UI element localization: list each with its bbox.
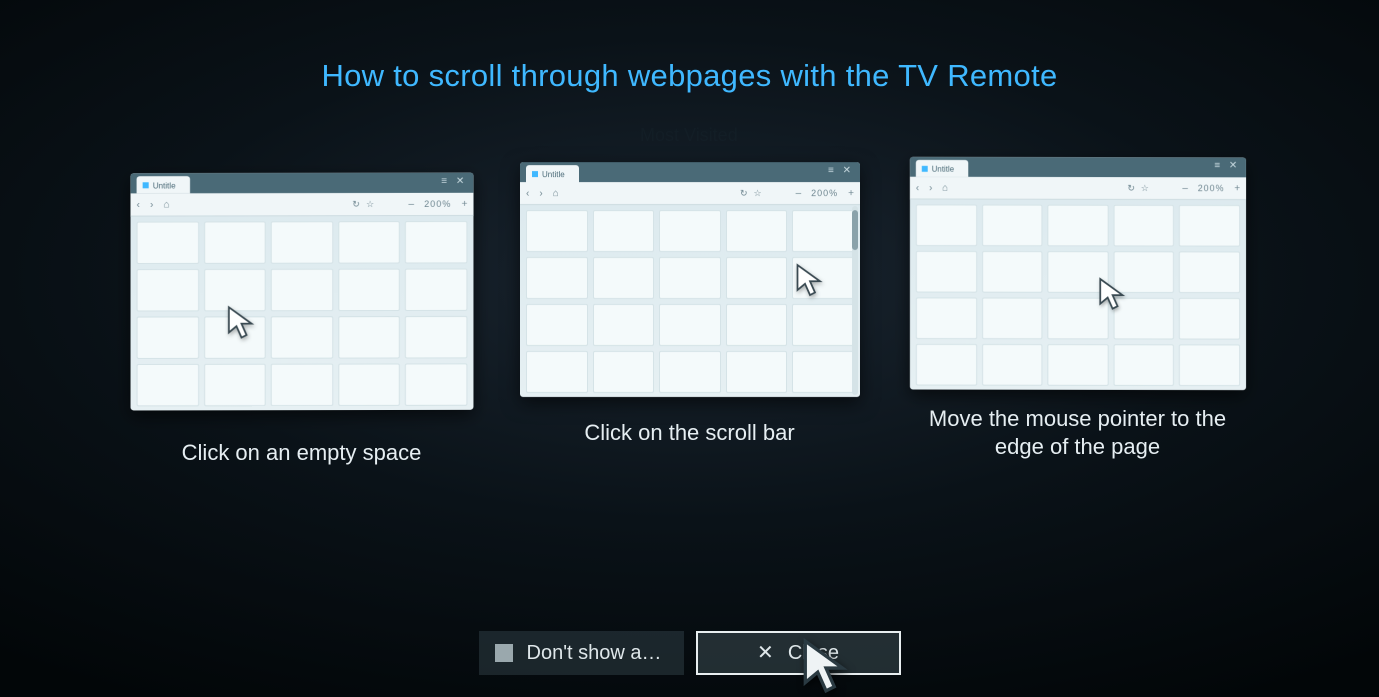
browser-tab: Untitle (526, 165, 579, 182)
zoom-plus-icon: + (1234, 183, 1240, 194)
home-icon: ⌂ (552, 188, 558, 199)
zoom-minus-icon: – (408, 198, 414, 209)
zoom-level: 200% (424, 199, 451, 209)
forward-icon: › (539, 188, 542, 199)
star-icon: ☆ (753, 188, 761, 199)
browser-mock-3: Untitle ≡ ✕ ‹ › ⌂ ↻ ☆ – 200% + (909, 157, 1245, 390)
browser-mock-1: Untitle ≡ ✕ ‹ › ⌂ ↻ ☆ – 200% + (130, 173, 473, 411)
back-icon: ‹ (915, 182, 918, 193)
checkbox-icon (495, 644, 513, 662)
window-controls-icon: ≡ ✕ (441, 176, 467, 187)
dont-show-label: Don't show a… (527, 642, 662, 665)
browser-toolbar: ‹ › ⌂ ↻ ☆ – 200% + (909, 177, 1245, 200)
tab-label: Untitle (931, 164, 953, 173)
window-controls-icon: ≡ ✕ (1214, 160, 1240, 171)
forward-icon: › (150, 199, 153, 210)
card-empty-space: Untitle ≡ ✕ ‹ › ⌂ ↻ ☆ – 200% + (132, 156, 472, 467)
zoom-level: 200% (811, 188, 838, 198)
tab-label: Untitle (542, 170, 565, 179)
page-content-grid (130, 215, 473, 410)
tab-bar: Untitle ≡ ✕ (909, 157, 1245, 177)
close-icon: ✕ (757, 643, 774, 663)
zoom-minus-icon: – (1182, 183, 1187, 194)
page-content-grid (520, 204, 860, 397)
window-controls-icon: ≡ ✕ (828, 165, 854, 176)
dont-show-again-checkbox[interactable]: Don't show a… (479, 631, 684, 675)
reload-icon: ↻ (1127, 183, 1134, 194)
browser-toolbar: ‹ › ⌂ ↻ ☆ – 200% + (130, 193, 473, 217)
card-caption: Click on an empty space (182, 439, 422, 467)
home-icon: ⌂ (942, 182, 948, 193)
card-caption: Click on the scroll bar (584, 419, 794, 447)
system-pointer-icon (800, 637, 852, 695)
tab-bar: Untitle ≡ ✕ (520, 162, 860, 182)
dialog-title: How to scroll through webpages with the … (0, 0, 1379, 94)
star-icon: ☆ (366, 199, 374, 210)
forward-icon: › (929, 182, 932, 193)
page-content-grid (909, 198, 1245, 390)
close-button[interactable]: ✕ Close (696, 631, 901, 675)
card-edge: Untitle ≡ ✕ ‹ › ⌂ ↻ ☆ – 200% + (908, 156, 1248, 467)
star-icon: ☆ (1140, 183, 1148, 194)
browser-mock-2: Untitle ≡ ✕ ‹ › ⌂ ↻ ☆ – 200% + (520, 162, 860, 397)
reload-icon: ↻ (739, 188, 747, 199)
dialog-footer: Don't show a… ✕ Close (0, 631, 1379, 675)
zoom-plus-icon: + (461, 198, 467, 209)
back-icon: ‹ (526, 188, 529, 199)
browser-tab: Untitle (136, 176, 189, 193)
reload-icon: ↻ (352, 199, 360, 210)
card-caption: Move the mouse pointer to the edge of th… (908, 405, 1248, 460)
home-icon: ⌂ (163, 199, 169, 210)
pointer-icon (1097, 276, 1127, 312)
browser-toolbar: ‹ › ⌂ ↻ ☆ – 200% + (520, 182, 860, 205)
zoom-minus-icon: – (795, 188, 801, 199)
back-icon: ‹ (136, 199, 139, 210)
zoom-level: 200% (1197, 183, 1224, 193)
pointer-icon (226, 304, 256, 340)
scrollbar (852, 206, 858, 395)
browser-tab: Untitle (915, 160, 967, 177)
scroll-thumb (852, 210, 858, 250)
card-scrollbar: Untitle ≡ ✕ ‹ › ⌂ ↻ ☆ – 200% + (520, 156, 860, 467)
tab-label: Untitle (152, 181, 175, 190)
tab-bar: Untitle ≡ ✕ (130, 173, 473, 194)
zoom-plus-icon: + (848, 188, 854, 199)
pointer-icon (795, 262, 825, 298)
instruction-cards: Untitle ≡ ✕ ‹ › ⌂ ↻ ☆ – 200% + (0, 156, 1379, 467)
background-blur-text: Most Visited (640, 125, 738, 146)
